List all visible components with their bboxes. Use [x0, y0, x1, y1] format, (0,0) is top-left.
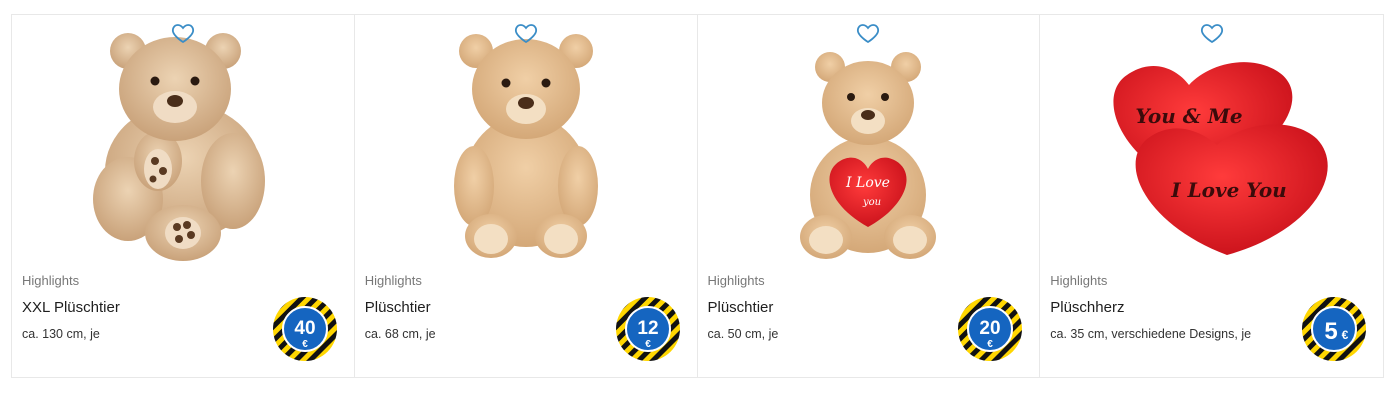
product-category: Highlights	[22, 273, 80, 288]
price-currency: €	[302, 339, 308, 350]
product-description: ca. 50 cm, je	[707, 327, 779, 341]
product-description: ca. 35 cm, verschiedene Designs, je	[1050, 327, 1252, 341]
product-grid: Highlights XXL Plüschtier ca. 130 cm, je…	[11, 14, 1384, 378]
product-title[interactable]: Plüschherz	[1050, 299, 1124, 316]
product-title[interactable]: XXL Plüschtier	[22, 299, 120, 316]
heart-outline-icon[interactable]	[514, 21, 538, 45]
price-currency: €	[987, 339, 993, 350]
teddy-bear-image	[453, 34, 598, 258]
price-currency: €	[645, 339, 651, 350]
product-description: ca. 68 cm, je	[364, 327, 436, 341]
product-card[interactable]: Highlights Plüschtier ca. 68 cm, je 12 €	[354, 15, 698, 377]
teddy-bear-with-heart-image: I Love you	[800, 52, 937, 259]
heart-outline-icon[interactable]	[171, 21, 195, 45]
heart-text-line2: I Love You	[1170, 178, 1286, 202]
product-image[interactable]	[12, 15, 354, 273]
price-badge: 20 €	[958, 297, 1023, 361]
product-title[interactable]: Plüschtier	[708, 299, 774, 316]
product-image[interactable]	[355, 15, 697, 273]
heart-text-line2: you	[862, 197, 881, 208]
price-currency: €	[1342, 328, 1349, 342]
heart-outline-icon[interactable]	[856, 21, 880, 45]
heart-outline-icon[interactable]	[1200, 21, 1224, 45]
price-value: 5	[1324, 318, 1337, 345]
product-card[interactable]: You & Me I Love You Highlights Plüschher…	[1040, 15, 1383, 377]
product-description: ca. 130 cm, je	[22, 327, 100, 341]
plush-hearts-image: You & Me I Love You	[1113, 62, 1328, 255]
product-image[interactable]: You & Me I Love You	[1040, 15, 1383, 273]
price-badge: 12 €	[615, 297, 680, 361]
product-card[interactable]: Highlights XXL Plüschtier ca. 130 cm, je…	[12, 15, 355, 377]
price-value: 40	[294, 318, 315, 339]
product-category: Highlights	[1050, 273, 1108, 288]
heart-text-line1: I Love	[845, 175, 890, 191]
product-category: Highlights	[364, 273, 422, 288]
price-value: 20	[980, 318, 1001, 339]
product-card[interactable]: I Love you Highlights Plüschtier ca. 50 …	[697, 15, 1041, 377]
heart-text-line1: You & Me	[1135, 104, 1242, 128]
product-title[interactable]: Plüschtier	[365, 299, 431, 316]
price-value: 12	[637, 318, 658, 339]
product-category: Highlights	[707, 273, 765, 288]
price-badge: 5 €	[1302, 297, 1366, 361]
product-image[interactable]: I Love you	[698, 15, 1040, 273]
price-badge: 40 €	[272, 297, 337, 361]
teddy-bear-xxl-image	[92, 33, 265, 261]
